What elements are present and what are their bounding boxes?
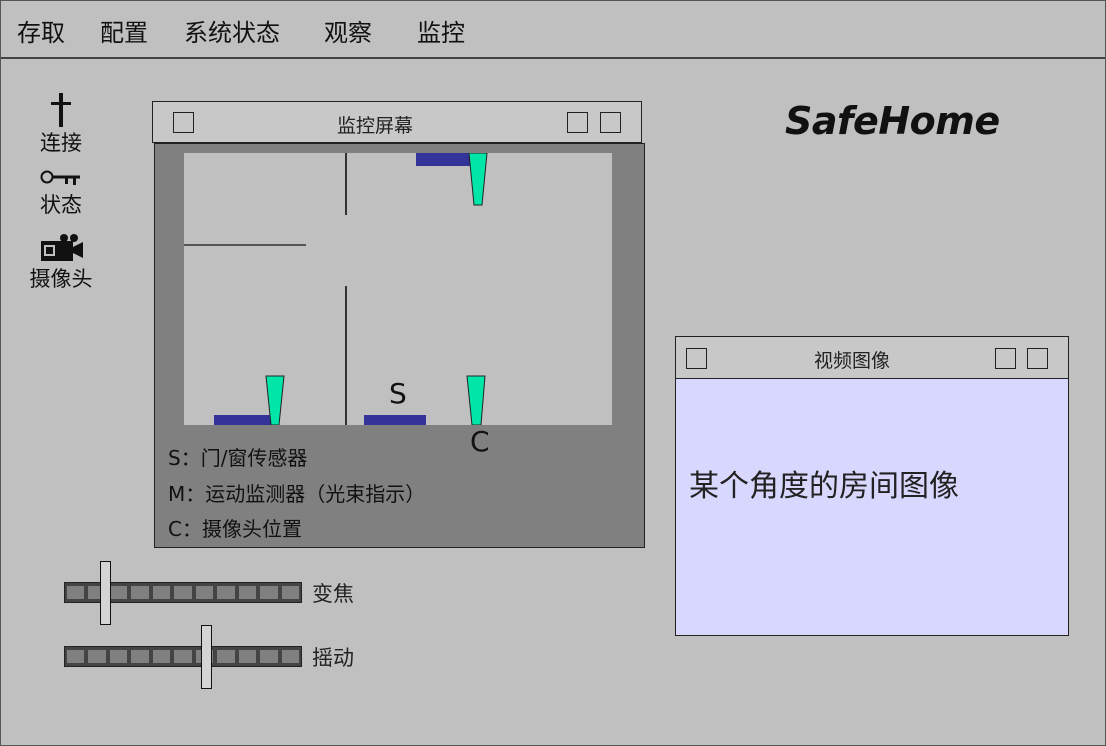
status-tool[interactable]: 状态 <box>31 169 91 219</box>
sensor-marker-label: S <box>389 377 407 410</box>
wall <box>184 244 306 246</box>
slider-segment <box>260 586 278 599</box>
slider-segment <box>260 650 278 663</box>
slider-segment <box>67 650 85 663</box>
key-icon <box>40 170 80 185</box>
slider-segment <box>281 586 299 599</box>
connect-tool[interactable]: 连接 <box>31 93 91 157</box>
zoom-label: 变焦 <box>312 582 354 606</box>
slider-segment <box>131 586 149 599</box>
menu-system-status[interactable]: 系统状态 <box>184 13 280 48</box>
monitor-window-minimize-button[interactable] <box>567 112 588 133</box>
brand-logo: SafeHome <box>785 99 1000 143</box>
monitor-window-title: 监控屏幕 <box>337 115 414 137</box>
video-window-menu-button[interactable] <box>686 348 707 369</box>
slider-segment <box>217 586 235 599</box>
legend-camera: C：摄像头位置 <box>168 517 302 541</box>
menu-access[interactable]: 存取 <box>17 13 65 48</box>
video-image-area <box>675 379 1069 636</box>
slider-segment <box>281 650 299 663</box>
monitor-window-maximize-button[interactable] <box>600 112 621 133</box>
video-window-minimize-button[interactable] <box>995 348 1016 369</box>
cross-icon <box>51 93 71 127</box>
menu-bar: 存取 配置 系统状态 观察 监控 <box>1 1 1105 59</box>
slider-segment <box>195 586 214 599</box>
slider-segment <box>174 650 192 663</box>
slider-segment <box>152 650 171 663</box>
pan-slider[interactable] <box>64 646 302 667</box>
pan-label: 摇动 <box>312 646 354 670</box>
camera-marker-label: C <box>470 425 490 458</box>
slider-segment <box>217 650 235 663</box>
status-label: 状态 <box>40 193 82 217</box>
camera-label: 摄像头 <box>29 267 93 291</box>
slider-segment <box>88 650 106 663</box>
legend-motion: M：运动监测器（光束指示） <box>168 482 426 506</box>
slider-segment <box>109 650 128 663</box>
door-window-sensor <box>364 415 426 425</box>
wall <box>345 286 347 425</box>
menu-monitor[interactable]: 监控 <box>417 13 465 48</box>
slider-segment <box>67 586 85 599</box>
video-window-maximize-button[interactable] <box>1027 348 1048 369</box>
video-window-title: 视频图像 <box>814 350 891 372</box>
floor-plan: S <box>184 153 612 425</box>
legend-sensor: S：门/窗传感器 <box>168 446 308 470</box>
wall <box>345 153 347 215</box>
monitor-window-menu-button[interactable] <box>173 112 194 133</box>
slider-segment <box>131 650 149 663</box>
slider-segment <box>109 586 128 599</box>
video-camera-icon <box>41 234 83 261</box>
slider-segment <box>238 650 257 663</box>
pan-slider-thumb[interactable] <box>201 625 213 689</box>
video-caption: 某个角度的房间图像 <box>689 469 959 504</box>
safehome-app: 存取 配置 系统状态 观察 监控 连接 状态 摄像头 SafeHome 监控屏幕… <box>0 0 1106 746</box>
zoom-slider-thumb[interactable] <box>100 561 111 625</box>
slider-segment <box>238 586 257 599</box>
door-window-sensor <box>214 415 276 425</box>
video-window-titlebar[interactable]: 视频图像 <box>675 336 1069 379</box>
monitor-window-titlebar[interactable]: 监控屏幕 <box>152 101 642 143</box>
slider-segment <box>174 586 192 599</box>
connect-label: 连接 <box>40 131 82 155</box>
menu-configure[interactable]: 配置 <box>100 13 148 48</box>
camera-tool[interactable]: 摄像头 <box>21 233 101 293</box>
slider-segment <box>152 586 171 599</box>
menu-view[interactable]: 观察 <box>324 13 372 48</box>
